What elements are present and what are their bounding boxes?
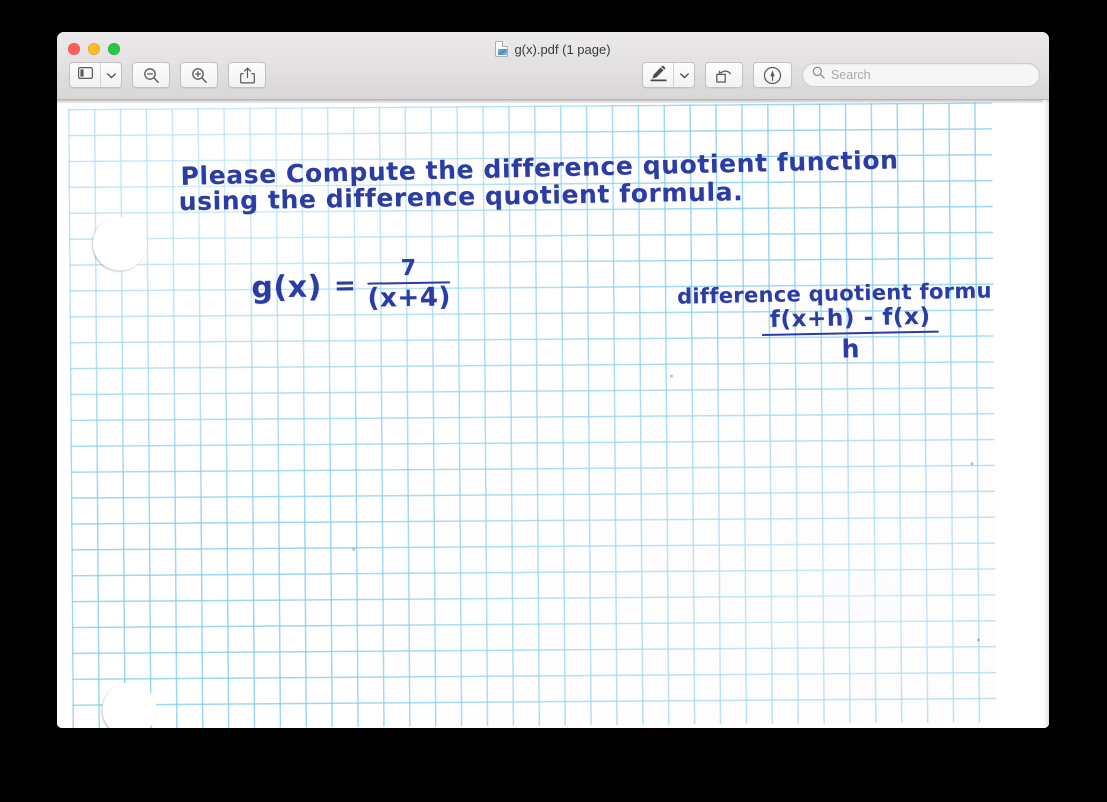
page-right-shadow <box>1043 100 1049 728</box>
window-titlebar[interactable]: g(x).pdf (1 page) Search <box>57 32 1049 100</box>
annotate-button[interactable] <box>753 62 792 88</box>
sidebar-icon <box>77 66 93 84</box>
formula-fraction: f(x+h) - f(x) h <box>762 303 940 365</box>
formula-numerator: f(x+h) - f(x) <box>769 303 931 333</box>
chevron-down-icon <box>106 66 116 84</box>
function-fraction: 7 (x+4) <box>367 255 452 314</box>
preview-window: g(x).pdf (1 page) Search Please Compute … <box>57 32 1049 728</box>
formula-body: f(x+h) - f(x) h <box>677 304 996 366</box>
share-button[interactable] <box>228 62 266 88</box>
search-field[interactable]: Search <box>802 63 1040 87</box>
search-icon <box>812 66 825 84</box>
chevron-down-icon <box>679 66 689 84</box>
paper-speck <box>970 462 974 465</box>
traffic-lights <box>68 43 120 55</box>
function-equals: = <box>333 270 357 302</box>
markup-pen-group[interactable] <box>642 62 695 88</box>
document-view[interactable]: Please Compute the difference quotient f… <box>57 100 1049 728</box>
pdf-page: Please Compute the difference quotient f… <box>57 100 1049 728</box>
toolbar-left-group <box>69 62 266 88</box>
graph-paper-area: Please Compute the difference quotient f… <box>68 102 997 728</box>
share-box-arrow-up-icon <box>239 67 255 84</box>
paper-speck <box>976 638 980 641</box>
window-title: g(x).pdf (1 page) <box>57 41 1049 57</box>
magnifier-minus-icon <box>143 67 160 84</box>
sidebar-toggle-button[interactable] <box>70 63 100 87</box>
markup-pen-button[interactable] <box>643 63 673 87</box>
toolbar-right-group: Search <box>642 62 1040 88</box>
pdf-document-icon <box>495 41 509 57</box>
magnifier-plus-icon <box>191 67 208 84</box>
paper-speck <box>669 374 673 378</box>
close-window-button[interactable] <box>68 43 80 55</box>
markup-pen-menu-button[interactable] <box>673 63 694 87</box>
function-lhs: g(x) <box>251 269 323 306</box>
function-denominator: (x+4) <box>367 282 452 314</box>
rotate-left-icon <box>715 66 733 84</box>
sidebar-toggle-group[interactable] <box>69 62 122 88</box>
zoom-out-button[interactable] <box>132 62 170 88</box>
window-title-text: g(x).pdf (1 page) <box>514 41 611 57</box>
pen-in-circle-icon <box>763 66 782 85</box>
zoom-in-button[interactable] <box>180 62 218 88</box>
highlighter-pen-icon <box>649 64 668 87</box>
hole-punch-top <box>92 216 148 271</box>
minimize-window-button[interactable] <box>88 43 100 55</box>
sidebar-menu-button[interactable] <box>100 63 121 87</box>
function-numerator: 7 <box>400 255 417 282</box>
zoom-window-button[interactable] <box>108 43 120 55</box>
handwritten-function-expression: g(x) = 7 (x+4) <box>251 255 452 314</box>
paper-speck <box>352 547 355 551</box>
rotate-button[interactable] <box>705 62 743 88</box>
formula-denominator: h <box>841 334 861 364</box>
handwritten-formula-block: difference quotient formula: f(x+h) - f(… <box>677 278 997 366</box>
search-input[interactable]: Search <box>831 68 871 82</box>
